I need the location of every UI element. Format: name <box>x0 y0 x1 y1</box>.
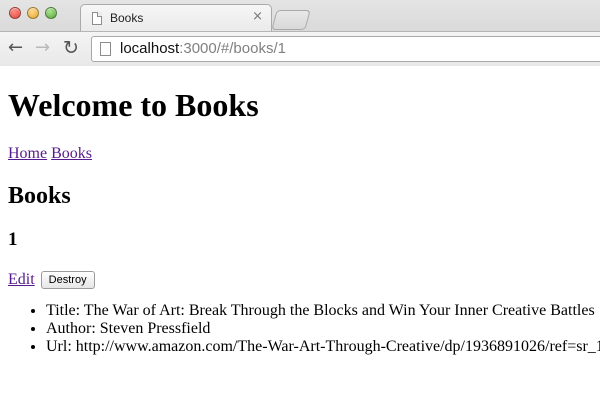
address-bar[interactable]: localhost:3000/#/books/1 <box>91 36 600 62</box>
book-url: Url: http://www.amazon.com/The-War-Art-T… <box>46 338 600 356</box>
book-id: 1 <box>8 229 18 250</box>
maximize-window-button[interactable] <box>45 7 57 19</box>
url-text[interactable]: localhost:3000/#/books/1 <box>120 40 286 57</box>
reload-icon[interactable]: ↻ <box>63 37 79 59</box>
window-controls <box>9 7 57 19</box>
page-icon <box>92 12 102 25</box>
site-nav: Home Books <box>8 145 592 163</box>
book-author: Author: Steven Pressfield <box>46 320 592 338</box>
edit-link[interactable]: Edit <box>8 271 35 288</box>
books-link[interactable]: Books <box>51 145 92 162</box>
back-arrow-icon[interactable]: ← <box>8 37 23 59</box>
section-title: Books <box>8 183 71 209</box>
tab-title: Books <box>110 11 144 25</box>
url-path: :3000/#/books/1 <box>179 40 286 57</box>
new-tab-button[interactable] <box>271 10 311 30</box>
close-window-button[interactable] <box>9 7 21 19</box>
book-actions: Edit Destroy <box>8 270 592 290</box>
browser-tab[interactable]: Books × <box>80 4 272 32</box>
url-host: localhost <box>120 40 180 57</box>
page-content: Welcome to Books Home Books Books 1 Edit… <box>0 87 600 356</box>
minimize-window-button[interactable] <box>27 7 39 19</box>
page-title: Welcome to Books <box>8 87 259 123</box>
home-link[interactable]: Home <box>8 145 47 162</box>
browser-toolbar: ← → ↻ localhost:3000/#/books/1 <box>0 31 600 66</box>
book-title: Title: The War of Art: Break Through the… <box>46 302 595 320</box>
browser-chrome: Books × ← → ↻ localhost:3000/#/books/1 <box>0 0 600 66</box>
close-tab-icon[interactable]: × <box>252 9 263 24</box>
book-details: Title: The War of Art: Break Through the… <box>8 302 600 356</box>
page-icon <box>100 42 111 56</box>
forward-arrow-icon[interactable]: → <box>35 37 50 59</box>
destroy-button[interactable]: Destroy <box>40 271 95 290</box>
